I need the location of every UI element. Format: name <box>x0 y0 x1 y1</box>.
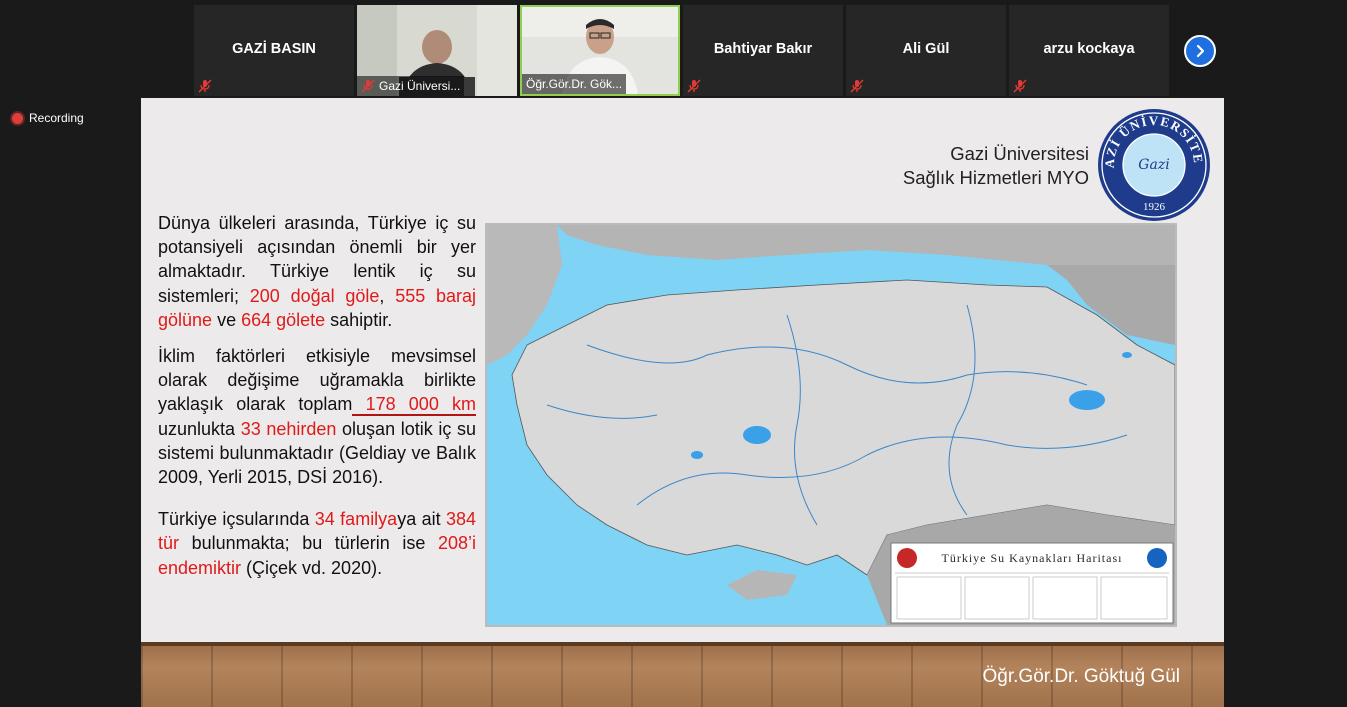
participant-name: Öğr.Gör.Dr. Gök... <box>526 77 623 91</box>
participant-tile[interactable]: GAZİ BASIN <box>194 5 354 96</box>
recording-label: Recording <box>29 111 84 125</box>
turkey-map-image: Türkiye Su Kaynakları Haritası <box>487 225 1176 625</box>
chevron-right-icon <box>1196 44 1205 58</box>
mic-muted-icon <box>361 79 375 93</box>
text-run: sahiptir. <box>325 309 393 330</box>
highlight-text: 664 gölete <box>241 309 326 330</box>
participant-video-tile[interactable]: Gazi Üniversi... <box>357 5 517 96</box>
logo-script: Gazi <box>1138 157 1169 173</box>
paragraph-species: Türkiye içsularında 34 familyaya ait 384… <box>158 507 476 580</box>
participant-strip: GAZİ BASIN Gazi Üniversi... Öğr.Gör.Dr. … <box>0 0 1347 98</box>
participant-name: Gazi Üniversi... <box>379 79 461 93</box>
presenter-name: Öğr.Gör.Dr. Göktuğ Gül <box>982 666 1180 687</box>
text-run: ve <box>212 309 242 330</box>
highlight-text: 34 familya <box>314 509 398 530</box>
text-run: (Çiçek vd. 2020). <box>241 557 383 578</box>
mic-muted-icon <box>850 79 864 93</box>
record-dot-icon <box>12 112 23 124</box>
next-page-button[interactable] <box>1184 35 1216 67</box>
university-logo: GAZİ ÜNİVERSİTESİ Gazi 1926 <box>1097 108 1210 221</box>
text-run: bulunmakta; bu türlerin ise <box>179 533 438 554</box>
institution-line1: Gazi Üniversitesi <box>950 143 1089 164</box>
paragraph-lotic: İklim faktörleri etkisiyle mevsimsel ola… <box>158 344 476 489</box>
institution-line2: Sağlık Hizmetleri MYO <box>902 167 1089 188</box>
mic-muted-icon <box>687 79 701 93</box>
mic-muted-icon <box>1013 79 1027 93</box>
paragraph-lentic: Dünya ülkeleri arasında, Türkiye iç su p… <box>158 211 476 332</box>
map-legend-title: Türkiye Su Kaynakları Haritası <box>942 551 1123 565</box>
participant-tile[interactable]: Bahtiyar Bakır <box>683 5 843 96</box>
highlight-text: 178 000 km <box>352 394 476 417</box>
highlight-text: 200 doğal göle <box>249 285 380 306</box>
participant-tile[interactable]: arzu kockaya <box>1009 5 1169 96</box>
text-run: ya ait <box>397 509 446 530</box>
participant-video-tile-active[interactable]: Öğr.Gör.Dr. Gök... <box>520 5 680 96</box>
logo-year: 1926 <box>1143 201 1166 213</box>
participant-name: arzu kockaya <box>1043 41 1135 57</box>
water-resources-map: Türkiye Su Kaynakları Haritası <box>485 223 1177 627</box>
recording-indicator: Recording <box>12 111 84 125</box>
mic-muted-icon <box>198 79 212 93</box>
text-run: uzunlukta <box>158 418 241 439</box>
participant-name: Ali Gül <box>902 41 950 57</box>
participant-tile[interactable]: Ali Gül <box>846 5 1006 96</box>
shared-screen-slide: Gazi Üniversitesi Sağlık Hizmetleri MYO … <box>141 98 1224 707</box>
text-run: , <box>379 285 396 306</box>
slide-body-text: Dünya ülkeleri arasında, Türkiye iç su p… <box>158 211 476 592</box>
highlight-text: 33 nehirden <box>240 418 337 439</box>
participant-name: Bahtiyar Bakır <box>713 41 813 57</box>
text-run: Türkiye içsularında <box>158 509 315 530</box>
participant-name: GAZİ BASIN <box>232 41 316 57</box>
institution-title: Gazi Üniversitesi Sağlık Hizmetleri MYO <box>903 142 1089 190</box>
